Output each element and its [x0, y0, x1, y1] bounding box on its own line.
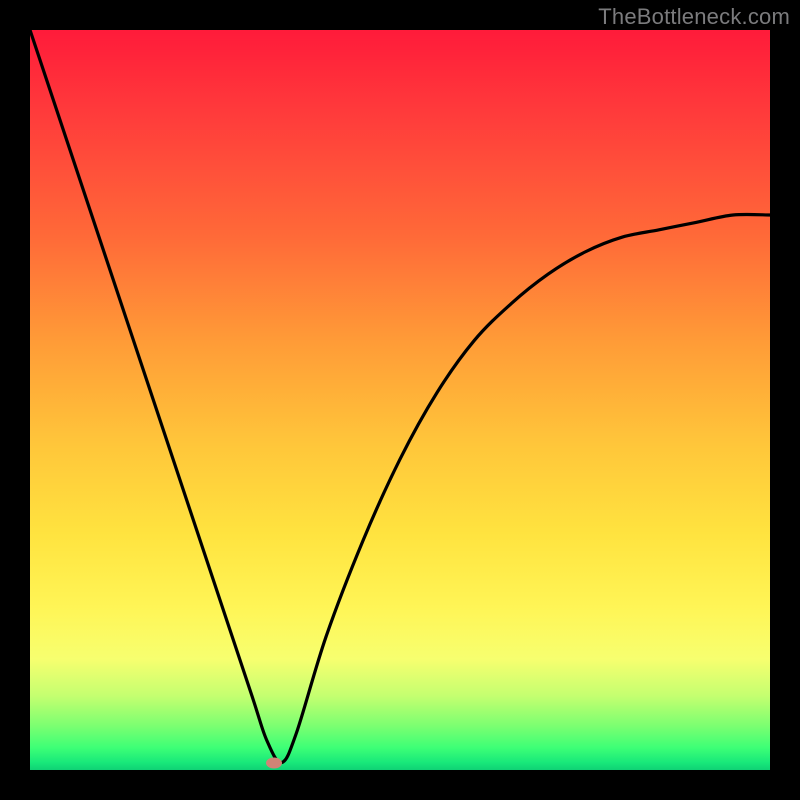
watermark-text: TheBottleneck.com	[598, 4, 790, 30]
chart-frame: TheBottleneck.com	[0, 0, 800, 800]
plot-area	[30, 30, 770, 770]
bottleneck-curve	[30, 30, 770, 770]
min-marker-dot	[266, 757, 282, 768]
